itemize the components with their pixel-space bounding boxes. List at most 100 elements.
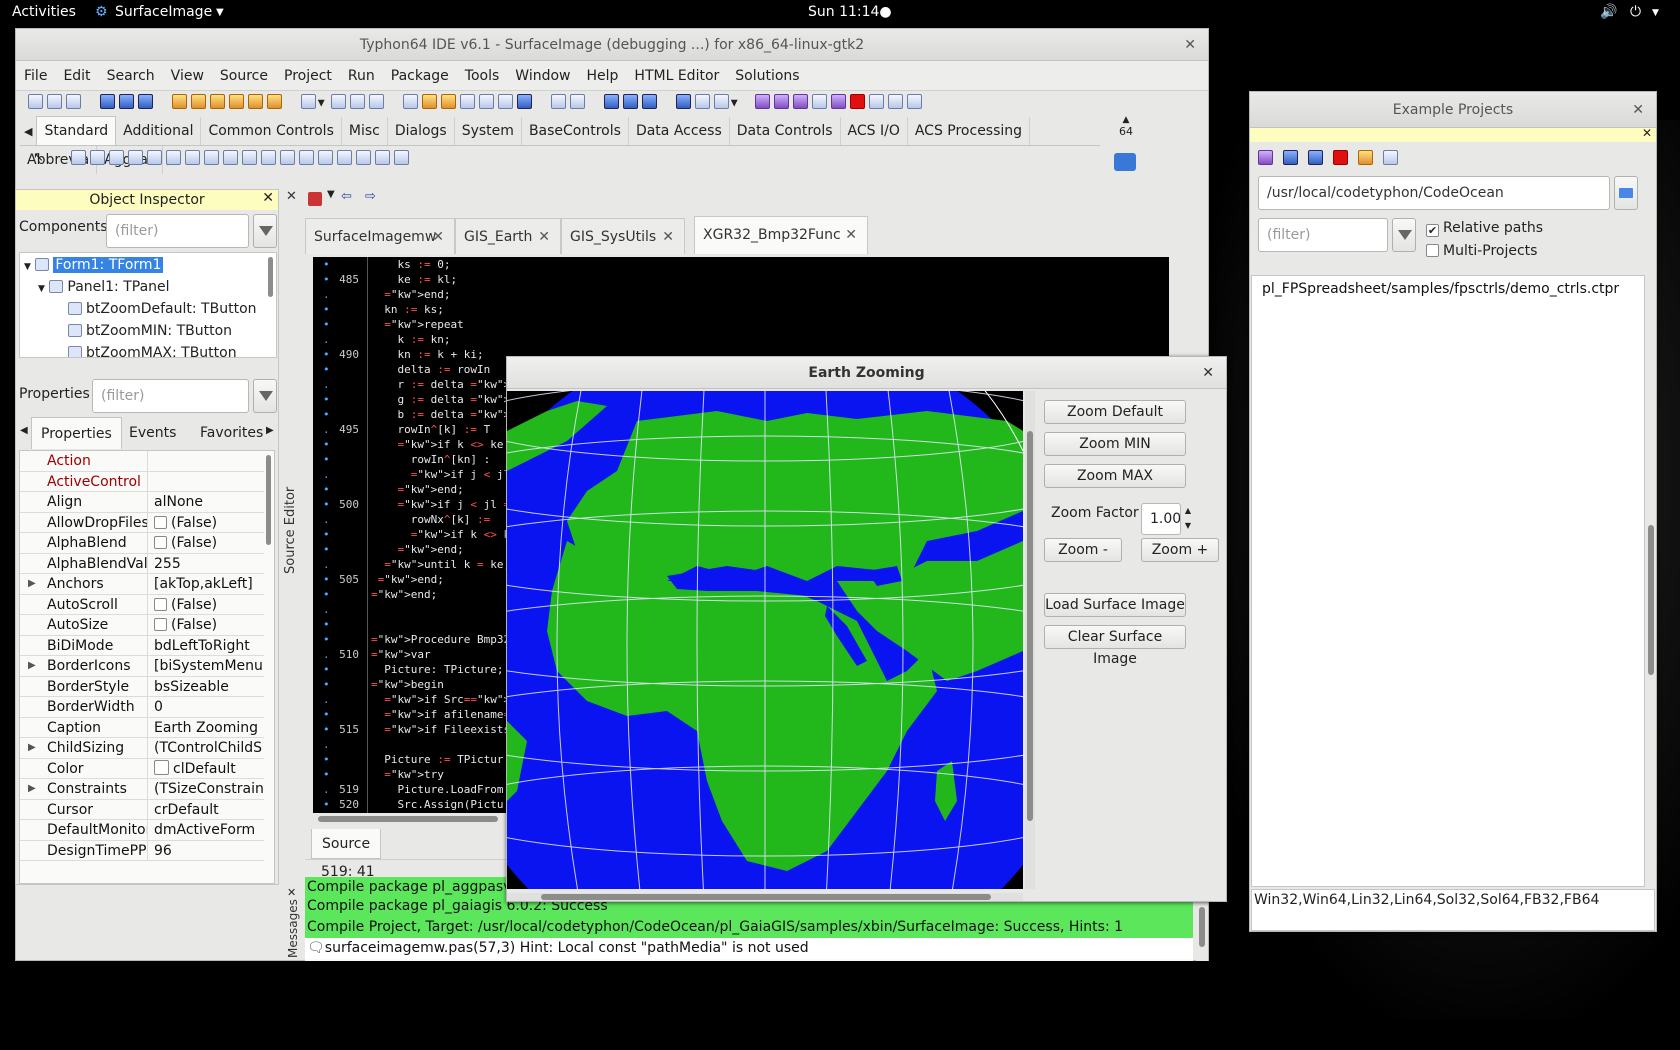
zoom-default-button[interactable]: Zoom Default (1044, 400, 1186, 424)
compile-icon[interactable] (550, 94, 566, 109)
expand-property-icon[interactable]: ▶ (28, 738, 36, 758)
property-row[interactable]: Action (20, 451, 264, 472)
dialog-close-icon[interactable]: ✕ (1202, 357, 1214, 389)
messages-close-icon[interactable]: ✕ (287, 886, 296, 899)
clock[interactable]: Sun 11:14● (808, 4, 892, 20)
new-file-icon[interactable] (28, 94, 43, 109)
editor-tab-gis-sysutils[interactable]: GIS_SysUtils ✕ (561, 218, 685, 254)
tab-misc[interactable]: Misc (342, 117, 388, 145)
package-build-icon[interactable] (228, 94, 244, 109)
property-value[interactable]: 0 (151, 697, 263, 717)
settings-tool-icon[interactable] (1383, 150, 1398, 165)
build-project-icon[interactable] (1308, 150, 1323, 165)
tcheckbox-icon[interactable] (203, 150, 219, 165)
breakpoint-marker-icon[interactable]: • (323, 662, 330, 677)
code-line[interactable]: • ks := 0; (313, 257, 1169, 272)
settings-icon[interactable] (422, 94, 437, 109)
breakpoint-marker-icon[interactable]: • (323, 707, 330, 722)
property-value[interactable]: clDefault (151, 759, 263, 779)
layout-icon[interactable] (300, 94, 316, 109)
view-units-icon[interactable] (460, 94, 475, 109)
editor-dropdown-icon[interactable]: ▼ (327, 189, 335, 200)
menu-edit[interactable]: Edit (55, 61, 98, 91)
zoom-minus-button[interactable]: Zoom - (1044, 538, 1122, 562)
inspector-close-icon[interactable]: ✕ (262, 190, 274, 206)
tedit-icon[interactable] (146, 150, 162, 165)
tpanel-icon[interactable] (355, 150, 371, 165)
breakpoint-marker-icon[interactable]: • (323, 482, 330, 497)
property-row[interactable]: DesignTimePPI 96 (20, 840, 264, 861)
open-recent-icon[interactable] (118, 94, 134, 109)
wizard-icon[interactable] (675, 94, 691, 109)
property-value[interactable]: alNone (151, 492, 263, 512)
tcombobox-icon[interactable] (260, 150, 276, 165)
tlistbox-icon[interactable] (241, 150, 257, 165)
messages-side-tab[interactable]: Messages (286, 899, 300, 958)
open-icon[interactable] (99, 94, 115, 109)
property-row[interactable]: ▶ BorderIcons [biSystemMenu,biMinimize] (20, 656, 264, 677)
tpopupmenu-icon[interactable] (89, 150, 105, 165)
ide-close-icon[interactable]: ✕ (1184, 29, 1196, 61)
menu-package[interactable]: Package (383, 61, 457, 91)
cut-icon[interactable] (694, 94, 710, 109)
tab-acs-io[interactable]: ACS I/O (841, 117, 908, 145)
editor-tab-gis-earth[interactable]: GIS_Earth ✕ (455, 218, 561, 254)
menu-source[interactable]: Source (212, 61, 276, 91)
grid-icon[interactable] (603, 94, 619, 109)
code-line[interactable]: . ="kw">end; (313, 287, 1169, 302)
properties-filter-input[interactable]: (filter) (92, 379, 249, 413)
breakpoint-marker-icon[interactable]: . (323, 467, 330, 482)
editor-tab-surfaceimagemw[interactable]: SurfaceImagemw ✕ (305, 218, 455, 254)
breakpoint-marker-icon[interactable]: • (323, 392, 330, 407)
tree-scrollbar[interactable] (268, 257, 273, 297)
examples-path-input[interactable]: /usr/local/codetyphon/CodeOcean (1258, 176, 1610, 210)
code-line[interactable]: • kn := ks; (313, 302, 1169, 317)
example-projects-titlebar[interactable]: Example Projects ✕ (1250, 92, 1656, 128)
property-row[interactable]: AlphaBlend (False) (20, 533, 264, 554)
tab-system[interactable]: System (455, 117, 522, 145)
tframe-icon[interactable] (374, 150, 390, 165)
examples-filter-input[interactable]: (filter) (1258, 218, 1388, 252)
source-editor-side-tab[interactable]: Source Editor (283, 470, 298, 590)
pointer-tool-icon[interactable]: ↖ (33, 150, 48, 165)
tree-node-btzoommin[interactable]: btZoomMIN: TButton (68, 320, 232, 342)
property-checkbox[interactable] (154, 536, 167, 549)
run-params-icon[interactable] (811, 94, 827, 109)
examples-panel-close-icon[interactable]: ✕ (1642, 126, 1652, 140)
property-row[interactable]: AutoScroll (False) (20, 594, 264, 615)
property-row[interactable]: BorderWidth 0 (20, 697, 264, 718)
breakpoint-marker-icon[interactable]: • (323, 407, 330, 422)
breakpoint-marker-icon[interactable]: . (323, 512, 330, 527)
load-surface-image-button[interactable]: Load Surface Image (1044, 593, 1186, 617)
package-icon[interactable] (171, 94, 187, 109)
property-value[interactable]: 255 (151, 554, 263, 574)
property-row[interactable]: DefaultMonitor dmActiveForm (20, 820, 264, 841)
tmemo-icon[interactable] (165, 150, 181, 165)
property-checkbox[interactable] (154, 618, 167, 631)
property-value[interactable]: [akTop,akLeft] (151, 574, 263, 594)
breakpoint-marker-icon[interactable]: • (323, 302, 330, 317)
message-line[interactable]: Compile Project, Target: /usr/local/code… (305, 917, 1193, 938)
dropdown-tool-icon[interactable] (713, 94, 729, 109)
property-value[interactable]: Earth Zooming (151, 718, 263, 738)
tcheckgroup-icon[interactable] (336, 150, 352, 165)
build-icon[interactable] (569, 94, 585, 109)
property-value[interactable]: (False) (151, 513, 263, 533)
app-menu-chevron-icon[interactable]: ▼ (216, 7, 224, 18)
jump-forward-icon[interactable]: ⇨ (365, 189, 376, 204)
tab-data-controls[interactable]: Data Controls (730, 117, 841, 145)
palette-download-icon[interactable] (1114, 153, 1136, 171)
breakpoint-marker-icon[interactable]: • (323, 317, 330, 332)
package-install-icon[interactable] (209, 94, 225, 109)
palette-scroll-left-icon[interactable]: ◀ (20, 118, 36, 146)
editor-tab-close-icon[interactable]: ✕ (538, 219, 550, 255)
tabs-scroll-left-icon[interactable]: ◀ (20, 425, 28, 436)
surface-image-view[interactable] (507, 391, 1023, 889)
stop-icon[interactable] (849, 94, 865, 109)
menu-window[interactable]: Window (507, 61, 578, 91)
tree-node-form1[interactable]: ▼ Form1: TForm1 (24, 254, 164, 276)
new-form-icon[interactable] (47, 94, 62, 109)
editor-tab-close-icon[interactable]: ✕ (432, 219, 444, 255)
tab-standard[interactable]: Standard (36, 116, 117, 145)
step-into-icon[interactable] (868, 94, 884, 109)
